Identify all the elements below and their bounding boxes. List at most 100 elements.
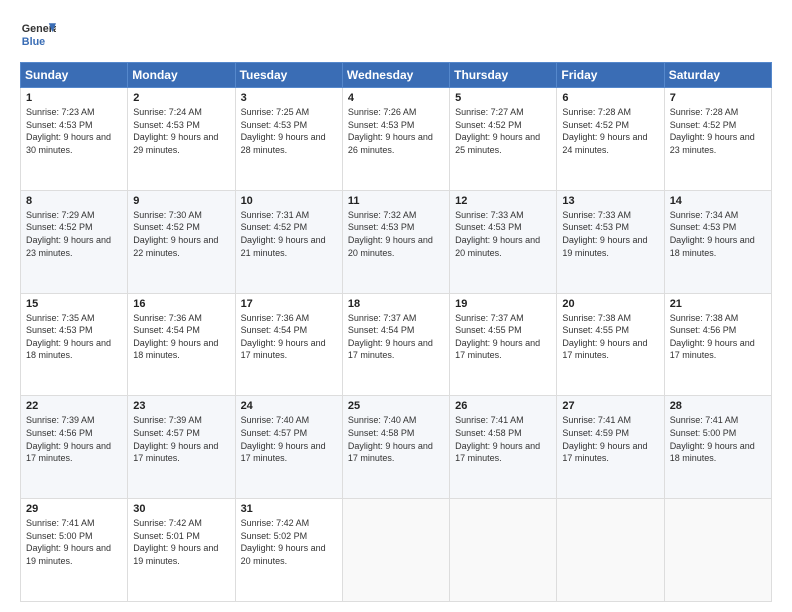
calendar-cell: 18 Sunrise: 7:37 AM Sunset: 4:54 PM Dayl… — [342, 293, 449, 396]
calendar-cell: 19 Sunrise: 7:37 AM Sunset: 4:55 PM Dayl… — [450, 293, 557, 396]
day-info: Sunrise: 7:29 AM Sunset: 4:52 PM Dayligh… — [26, 210, 111, 258]
calendar-cell: 26 Sunrise: 7:41 AM Sunset: 4:58 PM Dayl… — [450, 396, 557, 499]
calendar-cell: 31 Sunrise: 7:42 AM Sunset: 5:02 PM Dayl… — [235, 499, 342, 602]
day-info: Sunrise: 7:34 AM Sunset: 4:53 PM Dayligh… — [670, 210, 755, 258]
day-info: Sunrise: 7:36 AM Sunset: 4:54 PM Dayligh… — [241, 313, 326, 361]
calendar-cell: 10 Sunrise: 7:31 AM Sunset: 4:52 PM Dayl… — [235, 190, 342, 293]
calendar-cell: 22 Sunrise: 7:39 AM Sunset: 4:56 PM Dayl… — [21, 396, 128, 499]
calendar-cell: 5 Sunrise: 7:27 AM Sunset: 4:52 PM Dayli… — [450, 88, 557, 191]
calendar-cell: 9 Sunrise: 7:30 AM Sunset: 4:52 PM Dayli… — [128, 190, 235, 293]
day-number: 22 — [26, 400, 122, 412]
calendar-cell: 30 Sunrise: 7:42 AM Sunset: 5:01 PM Dayl… — [128, 499, 235, 602]
day-number: 6 — [562, 92, 658, 104]
day-number: 5 — [455, 92, 551, 104]
day-info: Sunrise: 7:25 AM Sunset: 4:53 PM Dayligh… — [241, 107, 326, 155]
weekday-header-wednesday: Wednesday — [342, 63, 449, 88]
day-info: Sunrise: 7:41 AM Sunset: 5:00 PM Dayligh… — [670, 415, 755, 463]
calendar-cell: 13 Sunrise: 7:33 AM Sunset: 4:53 PM Dayl… — [557, 190, 664, 293]
header: General Blue — [20, 16, 772, 52]
day-number: 24 — [241, 400, 337, 412]
day-info: Sunrise: 7:42 AM Sunset: 5:01 PM Dayligh… — [133, 518, 218, 566]
day-info: Sunrise: 7:42 AM Sunset: 5:02 PM Dayligh… — [241, 518, 326, 566]
calendar-cell — [450, 499, 557, 602]
day-number: 25 — [348, 400, 444, 412]
calendar-cell: 4 Sunrise: 7:26 AM Sunset: 4:53 PM Dayli… — [342, 88, 449, 191]
day-info: Sunrise: 7:30 AM Sunset: 4:52 PM Dayligh… — [133, 210, 218, 258]
calendar-cell: 8 Sunrise: 7:29 AM Sunset: 4:52 PM Dayli… — [21, 190, 128, 293]
day-info: Sunrise: 7:40 AM Sunset: 4:57 PM Dayligh… — [241, 415, 326, 463]
calendar-cell — [342, 499, 449, 602]
calendar-cell: 24 Sunrise: 7:40 AM Sunset: 4:57 PM Dayl… — [235, 396, 342, 499]
calendar-cell: 14 Sunrise: 7:34 AM Sunset: 4:53 PM Dayl… — [664, 190, 771, 293]
day-info: Sunrise: 7:40 AM Sunset: 4:58 PM Dayligh… — [348, 415, 433, 463]
day-number: 21 — [670, 298, 766, 310]
day-number: 15 — [26, 298, 122, 310]
day-info: Sunrise: 7:33 AM Sunset: 4:53 PM Dayligh… — [562, 210, 647, 258]
day-info: Sunrise: 7:31 AM Sunset: 4:52 PM Dayligh… — [241, 210, 326, 258]
day-info: Sunrise: 7:39 AM Sunset: 4:56 PM Dayligh… — [26, 415, 111, 463]
calendar-cell — [664, 499, 771, 602]
weekday-header-thursday: Thursday — [450, 63, 557, 88]
svg-text:Blue: Blue — [22, 36, 45, 48]
calendar-cell: 15 Sunrise: 7:35 AM Sunset: 4:53 PM Dayl… — [21, 293, 128, 396]
day-info: Sunrise: 7:35 AM Sunset: 4:53 PM Dayligh… — [26, 313, 111, 361]
day-info: Sunrise: 7:24 AM Sunset: 4:53 PM Dayligh… — [133, 107, 218, 155]
day-number: 30 — [133, 503, 229, 515]
day-info: Sunrise: 7:28 AM Sunset: 4:52 PM Dayligh… — [562, 107, 647, 155]
day-info: Sunrise: 7:41 AM Sunset: 4:59 PM Dayligh… — [562, 415, 647, 463]
calendar-cell: 17 Sunrise: 7:36 AM Sunset: 4:54 PM Dayl… — [235, 293, 342, 396]
day-number: 10 — [241, 195, 337, 207]
calendar-cell: 25 Sunrise: 7:40 AM Sunset: 4:58 PM Dayl… — [342, 396, 449, 499]
day-number: 28 — [670, 400, 766, 412]
calendar-header-row: SundayMondayTuesdayWednesdayThursdayFrid… — [21, 63, 772, 88]
calendar-cell: 16 Sunrise: 7:36 AM Sunset: 4:54 PM Dayl… — [128, 293, 235, 396]
day-info: Sunrise: 7:36 AM Sunset: 4:54 PM Dayligh… — [133, 313, 218, 361]
day-number: 3 — [241, 92, 337, 104]
calendar-cell: 2 Sunrise: 7:24 AM Sunset: 4:53 PM Dayli… — [128, 88, 235, 191]
calendar-cell: 12 Sunrise: 7:33 AM Sunset: 4:53 PM Dayl… — [450, 190, 557, 293]
day-number: 23 — [133, 400, 229, 412]
day-number: 9 — [133, 195, 229, 207]
day-number: 13 — [562, 195, 658, 207]
calendar-cell: 11 Sunrise: 7:32 AM Sunset: 4:53 PM Dayl… — [342, 190, 449, 293]
day-info: Sunrise: 7:41 AM Sunset: 4:58 PM Dayligh… — [455, 415, 540, 463]
day-number: 16 — [133, 298, 229, 310]
calendar-table: SundayMondayTuesdayWednesdayThursdayFrid… — [20, 62, 772, 602]
day-info: Sunrise: 7:41 AM Sunset: 5:00 PM Dayligh… — [26, 518, 111, 566]
calendar-cell: 7 Sunrise: 7:28 AM Sunset: 4:52 PM Dayli… — [664, 88, 771, 191]
day-info: Sunrise: 7:38 AM Sunset: 4:55 PM Dayligh… — [562, 313, 647, 361]
day-number: 14 — [670, 195, 766, 207]
day-number: 18 — [348, 298, 444, 310]
day-number: 7 — [670, 92, 766, 104]
calendar-week-5: 29 Sunrise: 7:41 AM Sunset: 5:00 PM Dayl… — [21, 499, 772, 602]
day-info: Sunrise: 7:26 AM Sunset: 4:53 PM Dayligh… — [348, 107, 433, 155]
calendar-week-1: 1 Sunrise: 7:23 AM Sunset: 4:53 PM Dayli… — [21, 88, 772, 191]
day-info: Sunrise: 7:28 AM Sunset: 4:52 PM Dayligh… — [670, 107, 755, 155]
day-info: Sunrise: 7:27 AM Sunset: 4:52 PM Dayligh… — [455, 107, 540, 155]
weekday-header-sunday: Sunday — [21, 63, 128, 88]
weekday-header-tuesday: Tuesday — [235, 63, 342, 88]
day-info: Sunrise: 7:38 AM Sunset: 4:56 PM Dayligh… — [670, 313, 755, 361]
day-number: 2 — [133, 92, 229, 104]
generalblue-logo-icon: General Blue — [20, 16, 56, 52]
day-info: Sunrise: 7:32 AM Sunset: 4:53 PM Dayligh… — [348, 210, 433, 258]
calendar-cell: 3 Sunrise: 7:25 AM Sunset: 4:53 PM Dayli… — [235, 88, 342, 191]
calendar-cell: 23 Sunrise: 7:39 AM Sunset: 4:57 PM Dayl… — [128, 396, 235, 499]
day-info: Sunrise: 7:33 AM Sunset: 4:53 PM Dayligh… — [455, 210, 540, 258]
calendar-cell: 20 Sunrise: 7:38 AM Sunset: 4:55 PM Dayl… — [557, 293, 664, 396]
calendar-cell: 6 Sunrise: 7:28 AM Sunset: 4:52 PM Dayli… — [557, 88, 664, 191]
day-info: Sunrise: 7:37 AM Sunset: 4:54 PM Dayligh… — [348, 313, 433, 361]
day-info: Sunrise: 7:39 AM Sunset: 4:57 PM Dayligh… — [133, 415, 218, 463]
logo: General Blue — [20, 16, 56, 52]
day-number: 17 — [241, 298, 337, 310]
day-number: 8 — [26, 195, 122, 207]
day-number: 11 — [348, 195, 444, 207]
weekday-header-monday: Monday — [128, 63, 235, 88]
day-info: Sunrise: 7:23 AM Sunset: 4:53 PM Dayligh… — [26, 107, 111, 155]
calendar-cell: 28 Sunrise: 7:41 AM Sunset: 5:00 PM Dayl… — [664, 396, 771, 499]
calendar-cell — [557, 499, 664, 602]
day-number: 29 — [26, 503, 122, 515]
day-number: 20 — [562, 298, 658, 310]
day-number: 19 — [455, 298, 551, 310]
day-number: 12 — [455, 195, 551, 207]
